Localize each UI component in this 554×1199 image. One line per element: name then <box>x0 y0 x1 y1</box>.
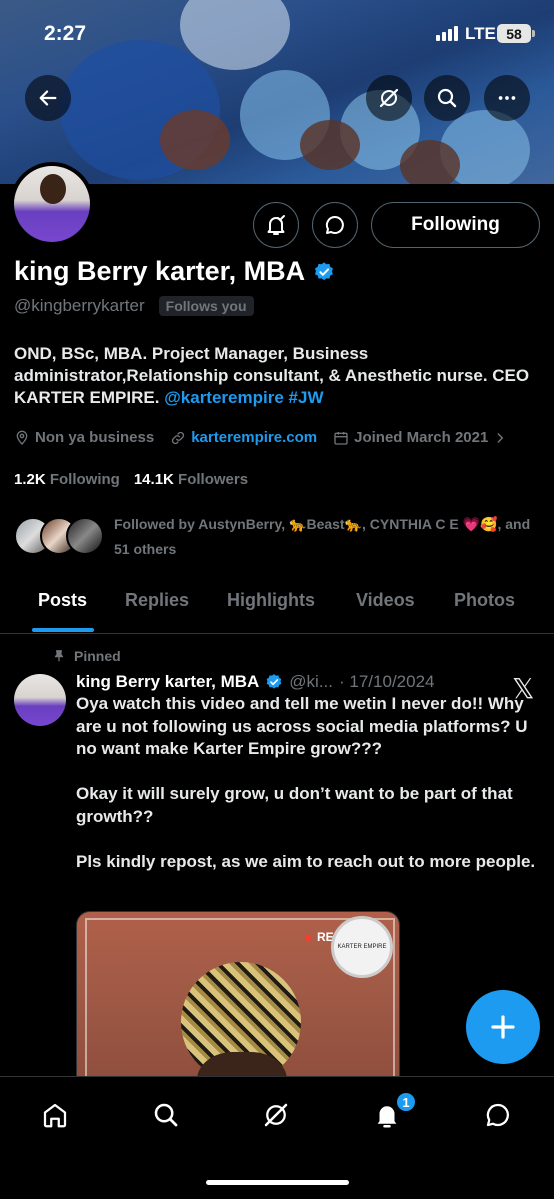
tab-videos[interactable]: Videos <box>356 590 415 611</box>
post-text[interactable]: Oya watch this video and tell me wetin I… <box>76 693 538 873</box>
home-indicator <box>206 1180 349 1185</box>
network-label: LTE <box>465 24 496 43</box>
profile-tabs: Posts Replies Highlights Videos Photos <box>0 578 554 634</box>
post-date: · 17/10/2024 <box>339 672 435 691</box>
profile-name: king Berry karter, MBA <box>14 256 306 286</box>
grok-icon <box>379 88 399 108</box>
followers-count-link[interactable]: 14.1K Followers <box>134 471 248 488</box>
location-text: Non ya business <box>35 429 155 446</box>
website-item[interactable]: karterempire.com <box>170 429 317 446</box>
nav-search[interactable] <box>146 1095 186 1135</box>
post-author-avatar[interactable] <box>14 674 66 726</box>
website-link[interactable]: karterempire.com <box>191 429 317 446</box>
followed-by-text[interactable]: Followed by AustynBerry, 🐆Beast🐆, CYNTHI… <box>114 512 544 562</box>
search-icon <box>437 88 457 108</box>
status-time: 2:27 <box>44 22 87 45</box>
post-header: king Berry karter, MBA @ki... · 17/10/20… <box>76 672 434 692</box>
joined-text: Joined March 2021 <box>354 429 489 446</box>
post-author-name[interactable]: king Berry karter, MBA <box>76 672 259 692</box>
karter-empire-stamp: KARTER EMPIRE <box>331 916 393 978</box>
compose-post-button[interactable] <box>466 990 540 1064</box>
handle-row: @kingberrykarter Follows you <box>14 296 254 316</box>
battery-icon: 58 <box>497 24 535 43</box>
search-button[interactable] <box>424 75 470 121</box>
profile-avatar[interactable] <box>10 162 94 246</box>
follows-you-badge: Follows you <box>158 296 254 316</box>
notification-badge: 1 <box>395 1091 417 1113</box>
rec-indicator: RE <box>305 930 334 944</box>
profile-name-row: king Berry karter, MBA <box>14 256 335 287</box>
follow-counts: 1.2K Following 14.1K Followers <box>14 471 248 488</box>
following-button[interactable]: Following <box>371 202 540 248</box>
tab-posts[interactable]: Posts <box>38 590 87 611</box>
active-tab-indicator <box>32 628 94 632</box>
bio-mention-link[interactable]: @karterempire <box>164 388 284 407</box>
notifications-toggle-button[interactable] <box>253 202 299 248</box>
tab-photos[interactable]: Photos <box>454 590 515 611</box>
profile-bio: OND, BSc, MBA. Project Manager, Business… <box>14 343 544 409</box>
pinned-label: Pinned <box>52 648 121 664</box>
nav-grok[interactable] <box>256 1095 296 1135</box>
post-author-handle: @ki... <box>289 672 334 691</box>
pin-icon <box>54 650 64 662</box>
signal-icon <box>436 26 458 41</box>
following-count-link[interactable]: 1.2K Following <box>14 471 120 488</box>
bell-check-icon <box>267 215 285 235</box>
verified-badge-icon[interactable] <box>313 261 335 283</box>
tab-replies[interactable]: Replies <box>125 590 189 611</box>
bio-hashtag-link[interactable]: #JW <box>289 388 324 407</box>
message-icon <box>325 215 344 234</box>
calendar-icon <box>334 431 348 445</box>
location-item: Non ya business <box>14 429 154 446</box>
profile-meta: Non ya business karterempire.com Joined … <box>14 429 517 446</box>
search-icon <box>154 1103 178 1127</box>
message-button[interactable] <box>312 202 358 248</box>
status-bar: 2:27 LTE 58 <box>0 0 554 66</box>
joined-item[interactable]: Joined March 2021 <box>333 429 507 446</box>
tab-highlights[interactable]: Highlights <box>227 590 315 611</box>
more-icon <box>498 96 516 100</box>
follower-avatar <box>66 517 104 555</box>
plus-icon <box>491 1015 515 1039</box>
followed-by-avatars[interactable] <box>14 517 104 555</box>
back-arrow-icon <box>39 90 57 106</box>
profile-handle: @kingberrykarter <box>14 296 145 315</box>
chevron-right-icon <box>497 432 504 443</box>
verified-badge-icon <box>266 674 282 689</box>
nav-messages[interactable] <box>478 1095 518 1135</box>
back-button[interactable] <box>25 75 71 121</box>
message-icon <box>486 1103 509 1127</box>
link-icon <box>172 431 185 444</box>
grok-button[interactable] <box>366 75 412 121</box>
location-pin-icon <box>16 430 28 445</box>
more-button[interactable] <box>484 75 530 121</box>
nav-home[interactable] <box>35 1095 75 1135</box>
home-icon <box>43 1103 67 1128</box>
grok-icon <box>264 1103 288 1127</box>
